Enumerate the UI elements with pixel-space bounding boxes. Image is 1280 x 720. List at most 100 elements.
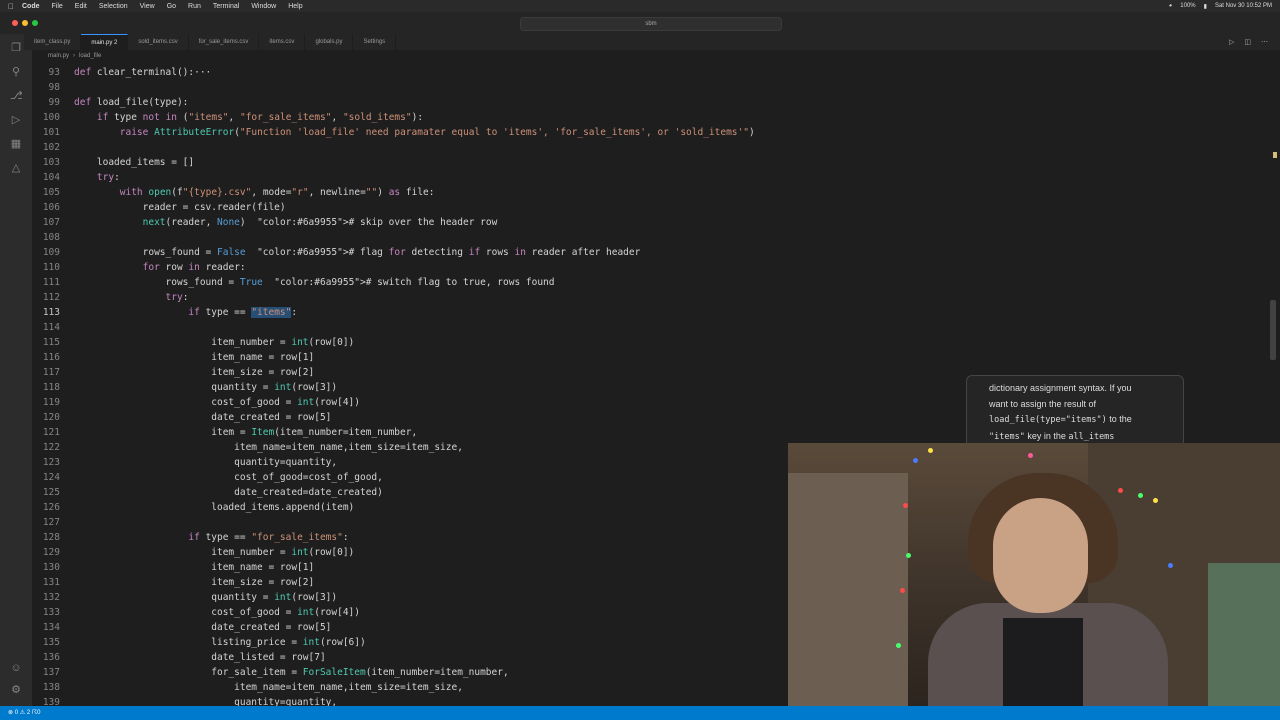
code-text[interactable]: item_name = row[1] (74, 560, 314, 575)
code-text[interactable]: next(reader, None) "color:#6a9955"># ski… (74, 215, 498, 230)
code-line[interactable]: 114 (32, 320, 1280, 335)
code-text[interactable]: raise AttributeError("Function 'load_fil… (74, 125, 755, 140)
code-line[interactable]: 102 (32, 140, 1280, 155)
code-text[interactable]: item = Item(item_number=item_number, (74, 425, 417, 440)
code-text[interactable]: item_name=item_name,item_size=item_size, (74, 440, 463, 455)
code-text[interactable]: date_listed = row[7] (74, 650, 325, 665)
code-line[interactable]: 113 if type == "items": (32, 305, 1280, 320)
code-text[interactable]: cost_of_good = int(row[4]) (74, 395, 360, 410)
testing-icon[interactable]: △ (10, 162, 22, 174)
code-text[interactable]: try: (74, 170, 120, 185)
menu-code[interactable]: Code (22, 3, 40, 10)
code-text[interactable]: if type == "items": (74, 305, 297, 320)
apple-icon[interactable]:  (8, 2, 14, 11)
line-number: 114 (42, 322, 60, 333)
code-text[interactable]: try: (74, 290, 189, 305)
code-text[interactable]: item_size = row[2] (74, 365, 314, 380)
code-text[interactable]: for_sale_item = ForSaleItem(item_number=… (74, 665, 508, 680)
tooltip-code: load_file(type="items") (989, 415, 1107, 425)
tab-sold-items[interactable]: sold_items.csv (128, 34, 189, 50)
menu-selection[interactable]: Selection (99, 3, 128, 10)
code-text[interactable]: date_created=date_created) (74, 485, 383, 500)
code-line[interactable]: 110 for row in reader: (32, 260, 1280, 275)
menu-window[interactable]: Window (251, 3, 276, 10)
menubar-clock[interactable]: Sat Nov 30 10:52 PM (1215, 3, 1272, 9)
code-text[interactable]: item_number = int(row[0]) (74, 545, 354, 560)
breadcrumb-symbol[interactable]: load_file (79, 50, 101, 62)
code-line[interactable]: 105 with open(f"{type}.csv", mode="r", n… (32, 185, 1280, 200)
menu-terminal[interactable]: Terminal (213, 3, 239, 10)
code-text[interactable]: quantity=quantity, (74, 695, 337, 706)
code-text[interactable]: item_number = int(row[0]) (74, 335, 354, 350)
menu-run[interactable]: Run (188, 3, 201, 10)
code-text[interactable]: cost_of_good=cost_of_good, (74, 470, 383, 485)
code-text[interactable]: quantity = int(row[3]) (74, 590, 337, 605)
code-text[interactable]: loaded_items = [] (74, 155, 194, 170)
code-text[interactable]: date_created = row[5] (74, 620, 331, 635)
tab-item-class[interactable]: item_class.py (24, 34, 82, 50)
run-debug-icon[interactable]: ▷ (10, 114, 22, 126)
code-text[interactable]: listing_price = int(row[6]) (74, 635, 365, 650)
code-line[interactable]: 112 try: (32, 290, 1280, 305)
minimize-window-button[interactable] (22, 20, 28, 26)
code-text[interactable]: quantity = int(row[3]) (74, 380, 337, 395)
more-actions-icon[interactable]: ⋯ (1261, 38, 1268, 46)
breadcrumb-file[interactable]: main.py (48, 50, 69, 62)
code-line[interactable]: 93 def clear_terminal():··· (32, 65, 1280, 80)
tab-main[interactable]: main.py 2 (81, 34, 129, 50)
close-window-button[interactable] (12, 20, 18, 26)
code-line[interactable]: 98 (32, 80, 1280, 95)
tab-for-sale-items[interactable]: for_sale_items.csv (189, 34, 260, 50)
code-text[interactable]: cost_of_good = int(row[4]) (74, 605, 360, 620)
menu-view[interactable]: View (140, 3, 155, 10)
code-text[interactable]: if type not in ("items", "for_sale_items… (74, 110, 423, 125)
code-line[interactable]: 101 raise AttributeError("Function 'load… (32, 125, 1280, 140)
code-text[interactable]: rows_found = True "color:#6a9955"># swit… (74, 275, 555, 290)
code-text[interactable]: loaded_items.append(item) (74, 500, 354, 515)
code-line[interactable]: 116 item_name = row[1] (32, 350, 1280, 365)
code-text[interactable]: date_created = row[5] (74, 410, 331, 425)
code-line[interactable]: 106 reader = csv.reader(file) (32, 200, 1280, 215)
code-text[interactable]: quantity=quantity, (74, 455, 337, 470)
zoom-window-button[interactable] (32, 20, 38, 26)
extensions-icon[interactable]: ▦ (10, 138, 22, 150)
code-line[interactable]: 109 rows_found = False "color:#6a9955">#… (32, 245, 1280, 260)
code-text[interactable]: for row in reader: (74, 260, 246, 275)
tab-items[interactable]: items.csv (259, 34, 306, 50)
account-icon[interactable]: ☺ (10, 662, 22, 674)
code-line[interactable]: 100 if type not in ("items", "for_sale_i… (32, 110, 1280, 125)
battery-label[interactable]: 100% (1180, 3, 1195, 9)
tab-settings[interactable]: Settings (353, 34, 397, 50)
code-text[interactable]: with open(f"{type}.csv", mode="r", newli… (74, 185, 435, 200)
code-text[interactable]: if type == "for_sale_items": (74, 530, 348, 545)
code-line[interactable]: 111 rows_found = True "color:#6a9955"># … (32, 275, 1280, 290)
run-file-icon[interactable]: ▷ (1229, 38, 1234, 46)
tab-globals[interactable]: globals.py (305, 34, 354, 50)
code-line[interactable]: 108 (32, 230, 1280, 245)
source-control-icon[interactable]: ⎇ (10, 90, 23, 102)
editor-scroll-thumb[interactable] (1270, 300, 1276, 360)
explorer-icon[interactable]: ❐ (10, 42, 22, 54)
code-line[interactable]: 103 loaded_items = [] (32, 155, 1280, 170)
code-text[interactable]: reader = csv.reader(file) (74, 200, 286, 215)
code-text[interactable]: item_size = row[2] (74, 575, 314, 590)
menu-file[interactable]: File (52, 3, 63, 10)
status-problems[interactable]: ⊗ 0 ⚠ 2 ☈0 (8, 710, 40, 716)
menu-go[interactable]: Go (167, 3, 176, 10)
code-text[interactable]: rows_found = False "color:#6a9955"># fla… (74, 245, 641, 260)
menu-edit[interactable]: Edit (75, 3, 87, 10)
search-icon[interactable]: ⚲ (10, 66, 22, 78)
split-editor-icon[interactable]: ◫ (1244, 38, 1251, 46)
code-text[interactable]: def clear_terminal():··· (74, 65, 211, 80)
code-line[interactable]: 107 next(reader, None) "color:#6a9955">#… (32, 215, 1280, 230)
code-line[interactable]: 99 def load_file(type): (32, 95, 1280, 110)
wifi-icon[interactable]: ◕ (1169, 3, 1173, 9)
code-text[interactable]: def load_file(type): (74, 95, 188, 110)
code-line[interactable]: 104 try: (32, 170, 1280, 185)
menu-help[interactable]: Help (288, 3, 302, 10)
code-line[interactable]: 115 item_number = int(row[0]) (32, 335, 1280, 350)
settings-gear-icon[interactable]: ⚙ (10, 684, 22, 696)
code-text[interactable]: item_name = row[1] (74, 350, 314, 365)
command-center-search[interactable]: sbm (520, 17, 782, 31)
code-text[interactable]: item_name=item_name,item_size=item_size, (74, 680, 463, 695)
